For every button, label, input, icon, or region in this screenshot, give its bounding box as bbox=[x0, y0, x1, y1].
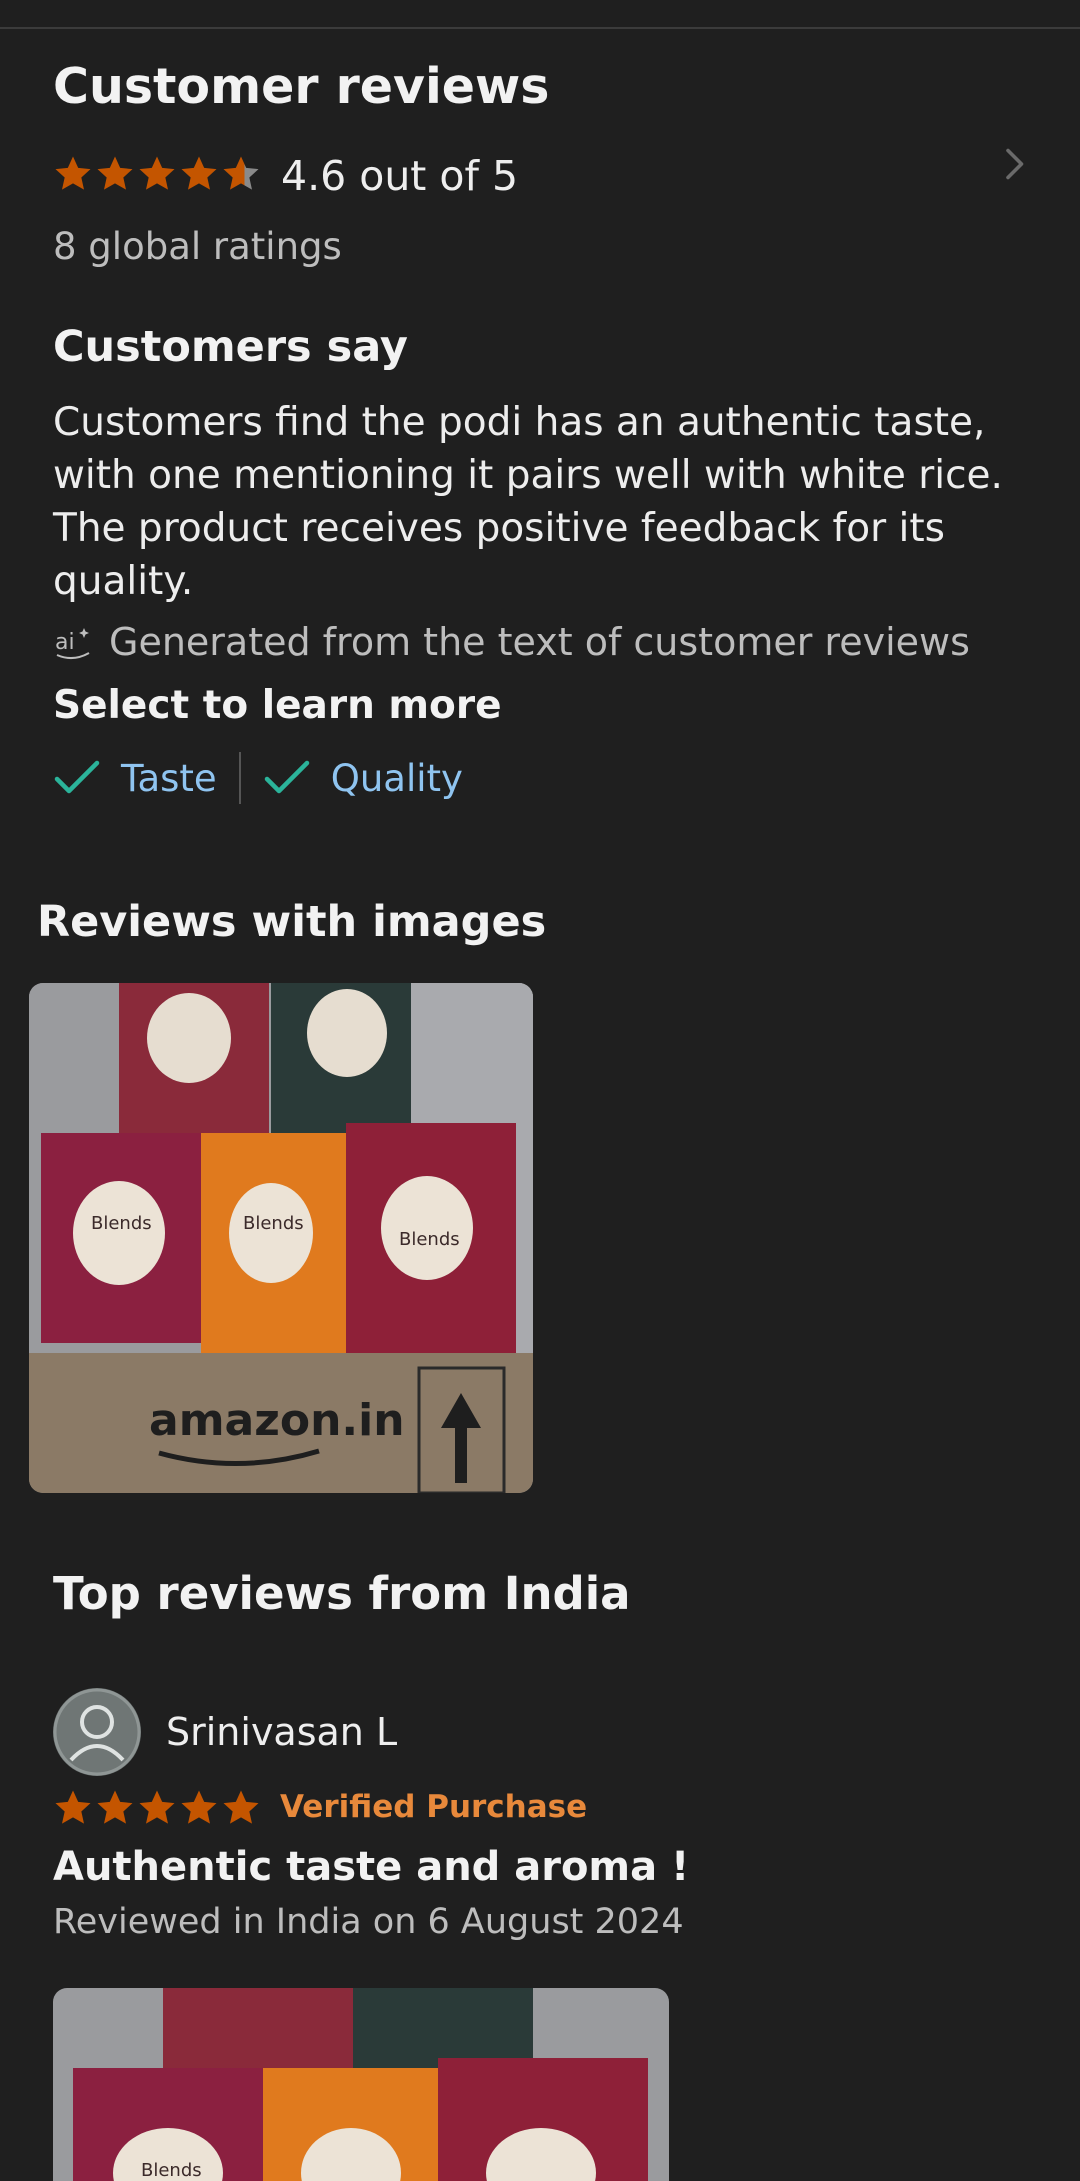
average-rating-stars[interactable] bbox=[53, 154, 261, 194]
avatar bbox=[53, 1688, 141, 1776]
review-headline[interactable]: Authentic taste and aroma ! bbox=[53, 1844, 689, 1890]
star-icon bbox=[139, 156, 175, 190]
star-icon bbox=[97, 156, 133, 190]
chevron-right-icon[interactable] bbox=[996, 146, 1032, 182]
check-icon bbox=[54, 760, 100, 794]
aspect-chip-label: Quality bbox=[330, 756, 463, 800]
star-icon bbox=[55, 156, 91, 190]
ai-sparkle-icon: ai bbox=[55, 628, 90, 659]
box-brand-text: amazon.in bbox=[149, 1395, 405, 1446]
box-label: Blends bbox=[399, 1229, 460, 1250]
box-label: Blends bbox=[141, 2160, 202, 2181]
product-boxes-photo: Blends Blends Blends amazon.in bbox=[29, 983, 533, 1493]
star-icon bbox=[139, 1790, 175, 1824]
star-icon bbox=[97, 1790, 133, 1824]
section-title-reviews-with-images: Reviews with images bbox=[37, 897, 547, 947]
ai-generated-note: ai Generated from the text of customer r… bbox=[53, 620, 970, 664]
star-icon bbox=[223, 1790, 259, 1824]
aspect-chips: Taste Quality bbox=[53, 752, 463, 804]
aspect-chip-label: Taste bbox=[121, 756, 217, 800]
aspect-chip-taste[interactable]: Taste bbox=[53, 757, 217, 800]
ai-generated-note-text: Generated from the text of customer revi… bbox=[109, 620, 970, 664]
star-half-icon bbox=[223, 156, 259, 190]
star-icon bbox=[55, 1790, 91, 1824]
section-title-customers-say: Customers say bbox=[53, 322, 408, 372]
select-to-learn-more-label: Select to learn more bbox=[53, 683, 502, 728]
star-icon bbox=[181, 1790, 217, 1824]
verified-purchase-badge: Verified Purchase bbox=[280, 1789, 588, 1825]
section-title-top-reviews: Top reviews from India bbox=[53, 1567, 631, 1620]
box-label: Blends bbox=[243, 1213, 304, 1234]
svg-text:ai: ai bbox=[55, 630, 75, 655]
product-boxes-photo: Blends bbox=[53, 1988, 669, 2181]
reviewer-name[interactable]: Srinivasan L bbox=[166, 1710, 397, 1754]
review-rating-stars bbox=[53, 1788, 261, 1828]
chip-divider bbox=[238, 752, 241, 804]
review-date: Reviewed in India on 6 August 2024 bbox=[53, 1902, 684, 1942]
aspect-chip-quality[interactable]: Quality bbox=[263, 757, 463, 800]
global-ratings-count: 8 global ratings bbox=[53, 225, 342, 268]
review-attached-image[interactable]: Blends bbox=[53, 1988, 669, 2181]
average-rating-text: 4.6 out of 5 bbox=[281, 152, 519, 200]
section-divider bbox=[0, 27, 1080, 29]
check-icon bbox=[264, 760, 309, 794]
review-image-thumbnail[interactable]: Blends Blends Blends amazon.in bbox=[29, 983, 533, 1493]
star-icon bbox=[181, 156, 217, 190]
box-label: Blends bbox=[91, 1213, 152, 1234]
user-avatar-icon bbox=[53, 1688, 141, 1776]
section-title-customer-reviews: Customer reviews bbox=[53, 58, 550, 115]
ai-review-summary: Customers find the podi has an authentic… bbox=[53, 400, 1003, 604]
